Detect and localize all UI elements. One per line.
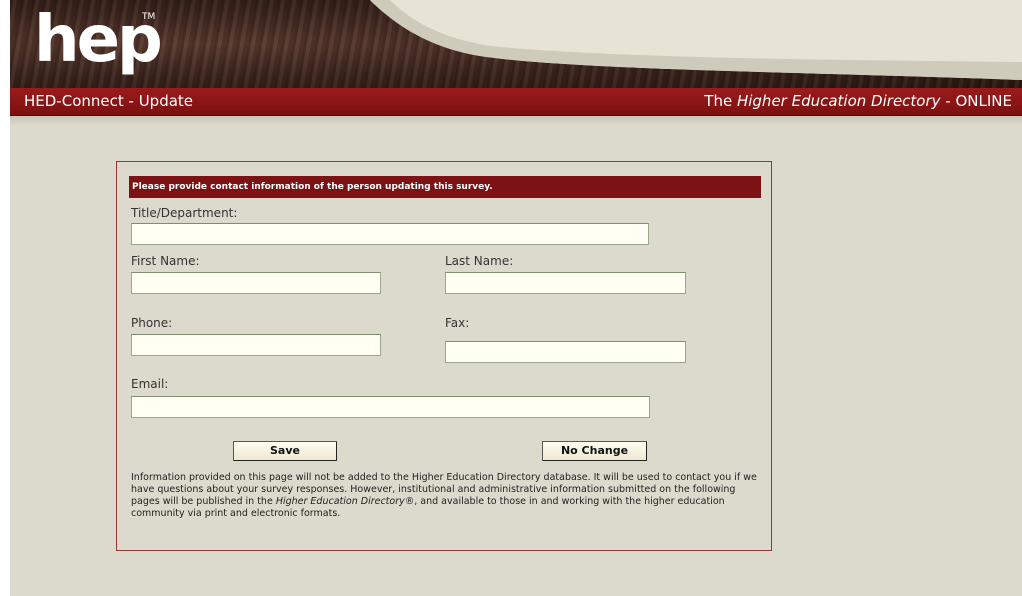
tagline-directory-name: Higher Education Directory (736, 92, 941, 110)
fax-input[interactable] (445, 341, 686, 363)
first-name-input[interactable] (131, 272, 381, 294)
contact-form-card: Please provide contact information of th… (116, 161, 772, 551)
first-name-label: First Name: (131, 254, 200, 268)
page: hep TM HED-Connect - Update The Higher E… (10, 0, 1022, 596)
last-name-input[interactable] (445, 272, 686, 294)
last-name-label: Last Name: (445, 254, 514, 268)
title-bar: HED-Connect - Update The Higher Educatio… (10, 88, 1022, 116)
hep-logo[interactable]: hep (34, 8, 163, 72)
title-department-input[interactable] (131, 223, 649, 245)
phone-label: Phone: (131, 316, 173, 330)
tagline-suffix: - ONLINE (940, 92, 1012, 110)
header-swoosh (370, 0, 1022, 80)
form-instructions-banner: Please provide contact information of th… (129, 176, 761, 198)
fax-label: Fax: (445, 316, 470, 330)
site-tagline: The Higher Education Directory - ONLINE (704, 92, 1012, 110)
trademark-mark: TM (142, 12, 156, 22)
privacy-note-directory-name: Higher Education Directory (275, 496, 405, 507)
phone-input[interactable] (131, 334, 381, 356)
tagline-prefix: The (704, 92, 737, 110)
title-bar-shadow (10, 116, 1022, 126)
title-department-label: Title/Department: (131, 206, 238, 220)
no-change-button[interactable]: No Change (542, 441, 647, 461)
app-title: HED-Connect - Update (24, 92, 194, 110)
privacy-note: Information provided on this page will n… (131, 472, 761, 520)
save-button[interactable]: Save (233, 441, 337, 461)
email-input[interactable] (131, 396, 650, 418)
header-banner: hep TM (10, 0, 1022, 88)
email-label: Email: (131, 377, 169, 391)
